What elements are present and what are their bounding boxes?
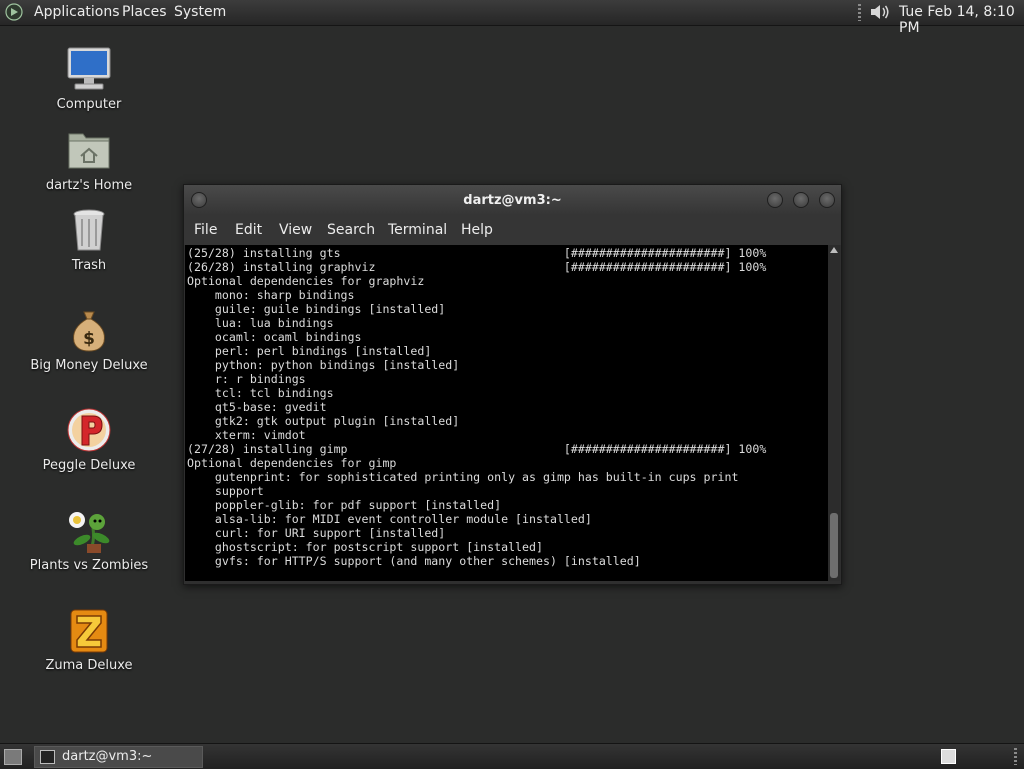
desktop-icon-label: Trash [71,258,107,273]
minimize-button[interactable] [767,192,783,208]
terminal-line: perl: perl bindings [installed] [187,344,432,358]
desktop-icon-label: Peggle Deluxe [42,458,136,473]
terminal-line: gtk2: gtk output plugin [installed] [187,414,460,428]
desktop-icon-trash[interactable]: Trash [14,206,164,273]
terminal-scrollbar[interactable] [828,245,840,581]
applications-menu[interactable]: Applications [34,4,120,20]
zuma-icon [70,609,108,653]
clock[interactable]: Tue Feb 14, 8:10 PM [899,4,1024,36]
terminal-line: python: python bindings [installed] [187,358,460,372]
desktop-icon-label: Big Money Deluxe [30,358,148,373]
scrollbar-thumb[interactable] [830,513,838,578]
scroll-up-arrow-icon[interactable] [830,247,838,253]
desktop-icon-big-money[interactable]: $ Big Money Deluxe [14,306,164,373]
desktop-icon-zuma[interactable]: Zuma Deluxe [14,606,164,673]
terminal-line: alsa-lib: for MIDI event controller modu… [187,512,592,526]
terminal-line: (25/28) installing gts [################… [187,246,767,260]
menu-help[interactable]: Help [461,222,493,238]
window-titlebar[interactable]: dartz@vm3:~ [184,185,841,215]
terminal-line: mono: sharp bindings [187,288,355,302]
maximize-button[interactable] [793,192,809,208]
desktop-icon-home[interactable]: dartz's Home [14,126,164,193]
terminal-line: (26/28) installing graphviz [###########… [187,260,767,274]
terminal-line: support [187,484,264,498]
trash-icon [73,209,105,251]
places-menu[interactable]: Places [122,4,167,20]
desktop-icon-peggle[interactable]: Peggle Deluxe [14,406,164,473]
terminal-line: curl: for URI support [installed] [187,526,446,540]
desktop-icon-label: Plants vs Zombies [29,558,149,573]
workspace-switcher[interactable] [941,749,956,764]
terminal-line: ocaml: ocaml bindings [187,330,362,344]
terminal-line: ghostscript: for postscript support [ins… [187,540,543,554]
terminal-line: poppler-glib: for pdf support [installed… [187,498,502,512]
terminal-line: Optional dependencies for graphviz [187,274,425,288]
svg-text:$: $ [83,329,95,349]
computer-icon [67,47,111,90]
desktop-icon-computer[interactable]: Computer [14,45,164,112]
bottom-panel: dartz@vm3:~ [0,743,1024,769]
peggle-icon [67,408,111,452]
menu-search[interactable]: Search [327,222,375,238]
system-menu[interactable]: System [174,4,226,20]
window-title: dartz@vm3:~ [463,193,562,208]
taskbar-item-terminal[interactable]: dartz@vm3:~ [34,746,203,768]
terminal-line: r: r bindings [187,372,306,386]
panel-handle[interactable] [1014,748,1017,765]
desktop-icon-plants-vs-zombies[interactable]: Plants vs Zombies [14,506,164,573]
terminal-line: Optional dependencies for gimp [187,456,397,470]
panel-handle[interactable] [858,4,861,21]
terminal-line: qt5-base: gvedit [187,400,327,414]
distro-logo-icon[interactable] [5,3,23,21]
desktop-icon-label: Zuma Deluxe [45,658,133,673]
terminal-line: (27/28) installing gimp [###############… [187,442,767,456]
menu-file[interactable]: File [194,222,217,238]
top-panel: Applications Places System Tue Feb 14, 8… [0,0,1024,36]
plants-vs-zombies-icon [69,512,110,553]
terminal-icon [40,750,55,764]
close-button[interactable] [819,192,835,208]
show-desktop-icon[interactable] [4,749,22,765]
taskbar-item-label: dartz@vm3:~ [62,749,153,764]
menu-terminal[interactable]: Terminal [388,222,447,238]
terminal-text: (25/28) installing gts [################… [185,245,828,568]
home-folder-icon [68,133,110,169]
terminal-line: gvfs: for HTTP/S support (and many other… [187,554,641,568]
terminal-line: lua: lua bindings [187,316,334,330]
terminal-line: gutenprint: for sophisticated printing o… [187,470,739,484]
terminal-line: tcl: tcl bindings [187,386,334,400]
menu-view[interactable]: View [279,222,312,238]
menu-edit[interactable]: Edit [235,222,262,238]
money-bag-icon: $ [73,311,105,352]
terminal-output[interactable]: (25/28) installing gts [################… [185,245,828,581]
desktop-icon-label: Computer [56,97,122,112]
terminal-line: guile: guile bindings [installed] [187,302,446,316]
terminal-menubar: File Edit View Search Terminal Help [184,215,841,245]
terminal-line: xterm: vimdot [187,428,306,442]
terminal-window: dartz@vm3:~ File Edit View Search Termin… [183,184,842,585]
desktop-icon-label: dartz's Home [45,178,133,193]
volume-icon[interactable] [868,2,892,22]
